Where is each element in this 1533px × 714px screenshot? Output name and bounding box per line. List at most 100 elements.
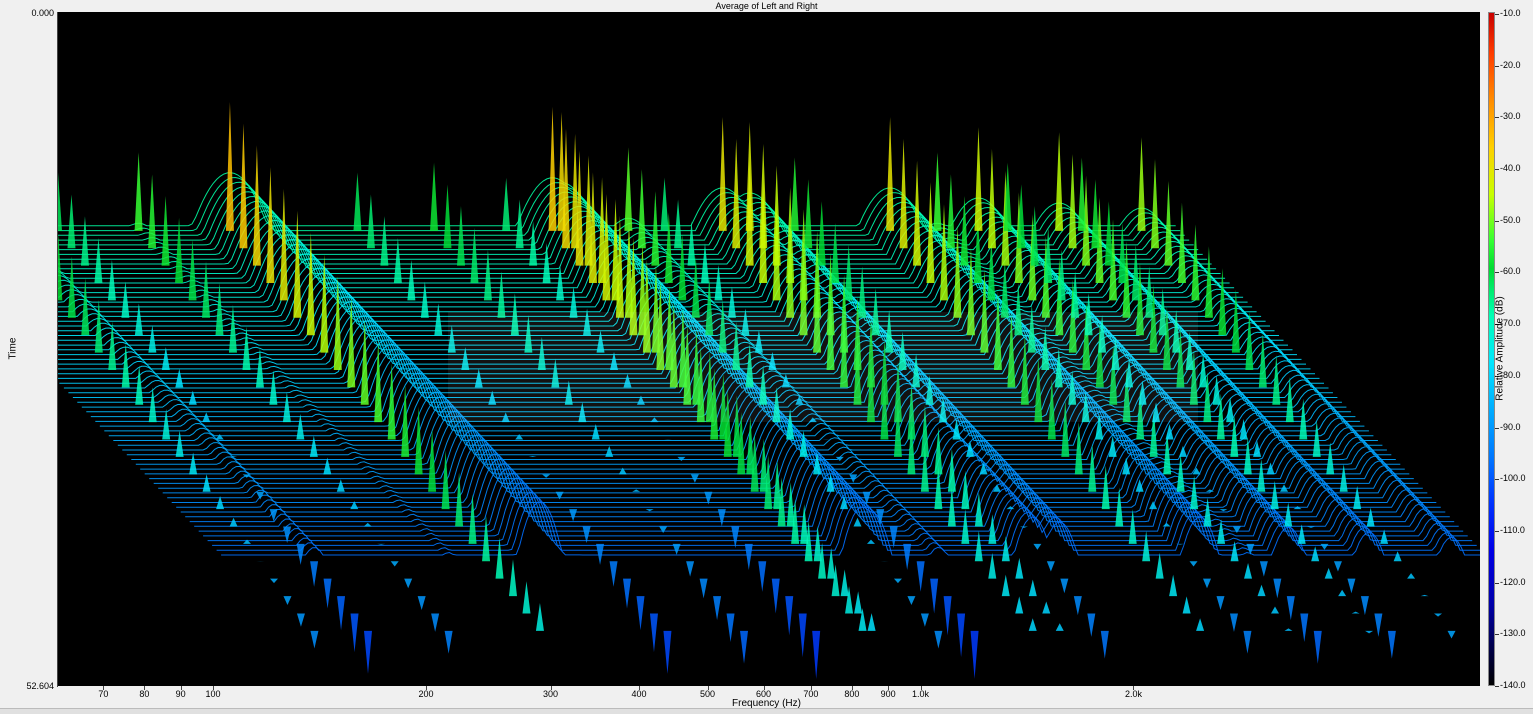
peak-ridge [455,472,463,526]
peak-ridge [1258,585,1266,596]
colorbar-tick-mark [1495,428,1499,429]
peak-ridge [1151,159,1159,248]
peak-ridge [831,223,839,283]
peak-ridge [1434,613,1442,616]
peak-ridge [351,613,359,652]
peak-ridge [1074,596,1082,615]
colorbar-tick-mark [1495,221,1499,222]
peak-ridge [732,139,740,248]
peak-ridge [1091,179,1099,248]
peak-ridge [625,221,633,318]
peak-ridge [1213,375,1221,404]
peak-ridge [337,479,345,491]
peak-ridge [1380,529,1388,543]
peak-ridge [391,561,399,566]
colorbar-tick-mark [1495,272,1499,273]
peak-ridge [1240,419,1248,440]
peak-ridge [434,303,442,335]
peak-ridge [430,163,438,231]
peak-ridge [571,134,579,249]
peak-ridge [1284,628,1292,631]
peak-ridge [496,538,504,579]
peak-ridge [266,167,274,283]
peak-ridge [1105,201,1113,266]
peak-ridge [1314,631,1322,664]
peak-ridge [502,178,510,231]
peak-ridge [719,117,727,231]
peak-ridge [727,613,735,641]
peak-ridge [868,613,876,631]
peak-ridge [677,457,685,461]
peak-ridge [1231,541,1239,561]
peak-ridge [1163,523,1171,527]
peak-ridge [283,596,291,605]
peak-ridge [1307,527,1315,528]
peak-ridge [1217,519,1225,544]
peak-ridge [961,471,969,509]
peak-ridge [651,191,659,266]
peak-ridge [1226,397,1234,422]
peak-ridge [81,278,89,335]
peak-ridge [646,509,654,511]
peak-ridge [323,457,331,474]
peak-ridge [799,613,807,657]
peak-ridge [401,385,409,457]
peak-ridge [1394,551,1402,561]
peak-ridge [353,173,361,231]
peak-ridge [624,147,632,230]
peak-ridge [841,570,849,597]
peak-ridge [148,325,156,352]
peak-ridge [921,613,929,626]
peak-ridge [407,260,415,301]
peak-ridge [307,233,315,336]
peak-ridge [1334,561,1342,571]
status-bar [0,708,1533,714]
colorbar-tick-mark [1495,634,1499,635]
peak-ridge [135,365,143,404]
peak-ridge [812,631,820,679]
peak-ridge [421,282,429,318]
peak-ridge [773,461,781,510]
peak-ridge [1087,613,1095,636]
peak-ridge [1056,623,1064,631]
watermark [448,312,1198,422]
peak-ridge [800,504,808,544]
peak-ridge [988,149,996,248]
peak-ridge [785,596,793,635]
peak-ridge [418,596,426,610]
peak-ridge [445,631,453,654]
peak-ridge [297,613,305,626]
peak-ridge [1118,223,1126,283]
peak-ridge [971,631,979,679]
peak-ridge [442,450,450,509]
chart-title: Average of Left and Right [0,0,1533,12]
peak-ridge [296,414,304,440]
peak-ridge [930,579,938,614]
peak-ridge [529,456,537,457]
peak-ridge [367,194,375,248]
peak-ridge [482,516,490,561]
peak-ridge [1216,596,1224,610]
colorbar-tick-label: -100.0 [1500,473,1526,483]
peak-ridge [1179,446,1187,457]
peak-ridge [1132,245,1140,301]
colorbar-tick-label: -40.0 [1500,163,1521,173]
peak-ridge [1060,579,1068,594]
peak-ridge [1361,596,1369,615]
peak-ridge [1029,618,1037,631]
peak-ridge [1101,631,1109,659]
peak-ridge [310,436,318,457]
peak-ridge [1300,613,1308,641]
peak-ridge [202,261,210,317]
peak-ridge [605,446,613,457]
peak-ridge [1284,503,1292,527]
peak-ridge [1340,464,1348,492]
colorbar-tick-mark [1495,66,1499,67]
peak-ridge [636,596,644,630]
peak-ridge [549,107,557,231]
peak-ridge [903,544,911,570]
colorbar-tick-mark [1495,583,1499,584]
peak-ridge [933,152,941,230]
colorbar-tick-label: -60.0 [1500,266,1521,276]
peak-ridge [917,561,925,591]
